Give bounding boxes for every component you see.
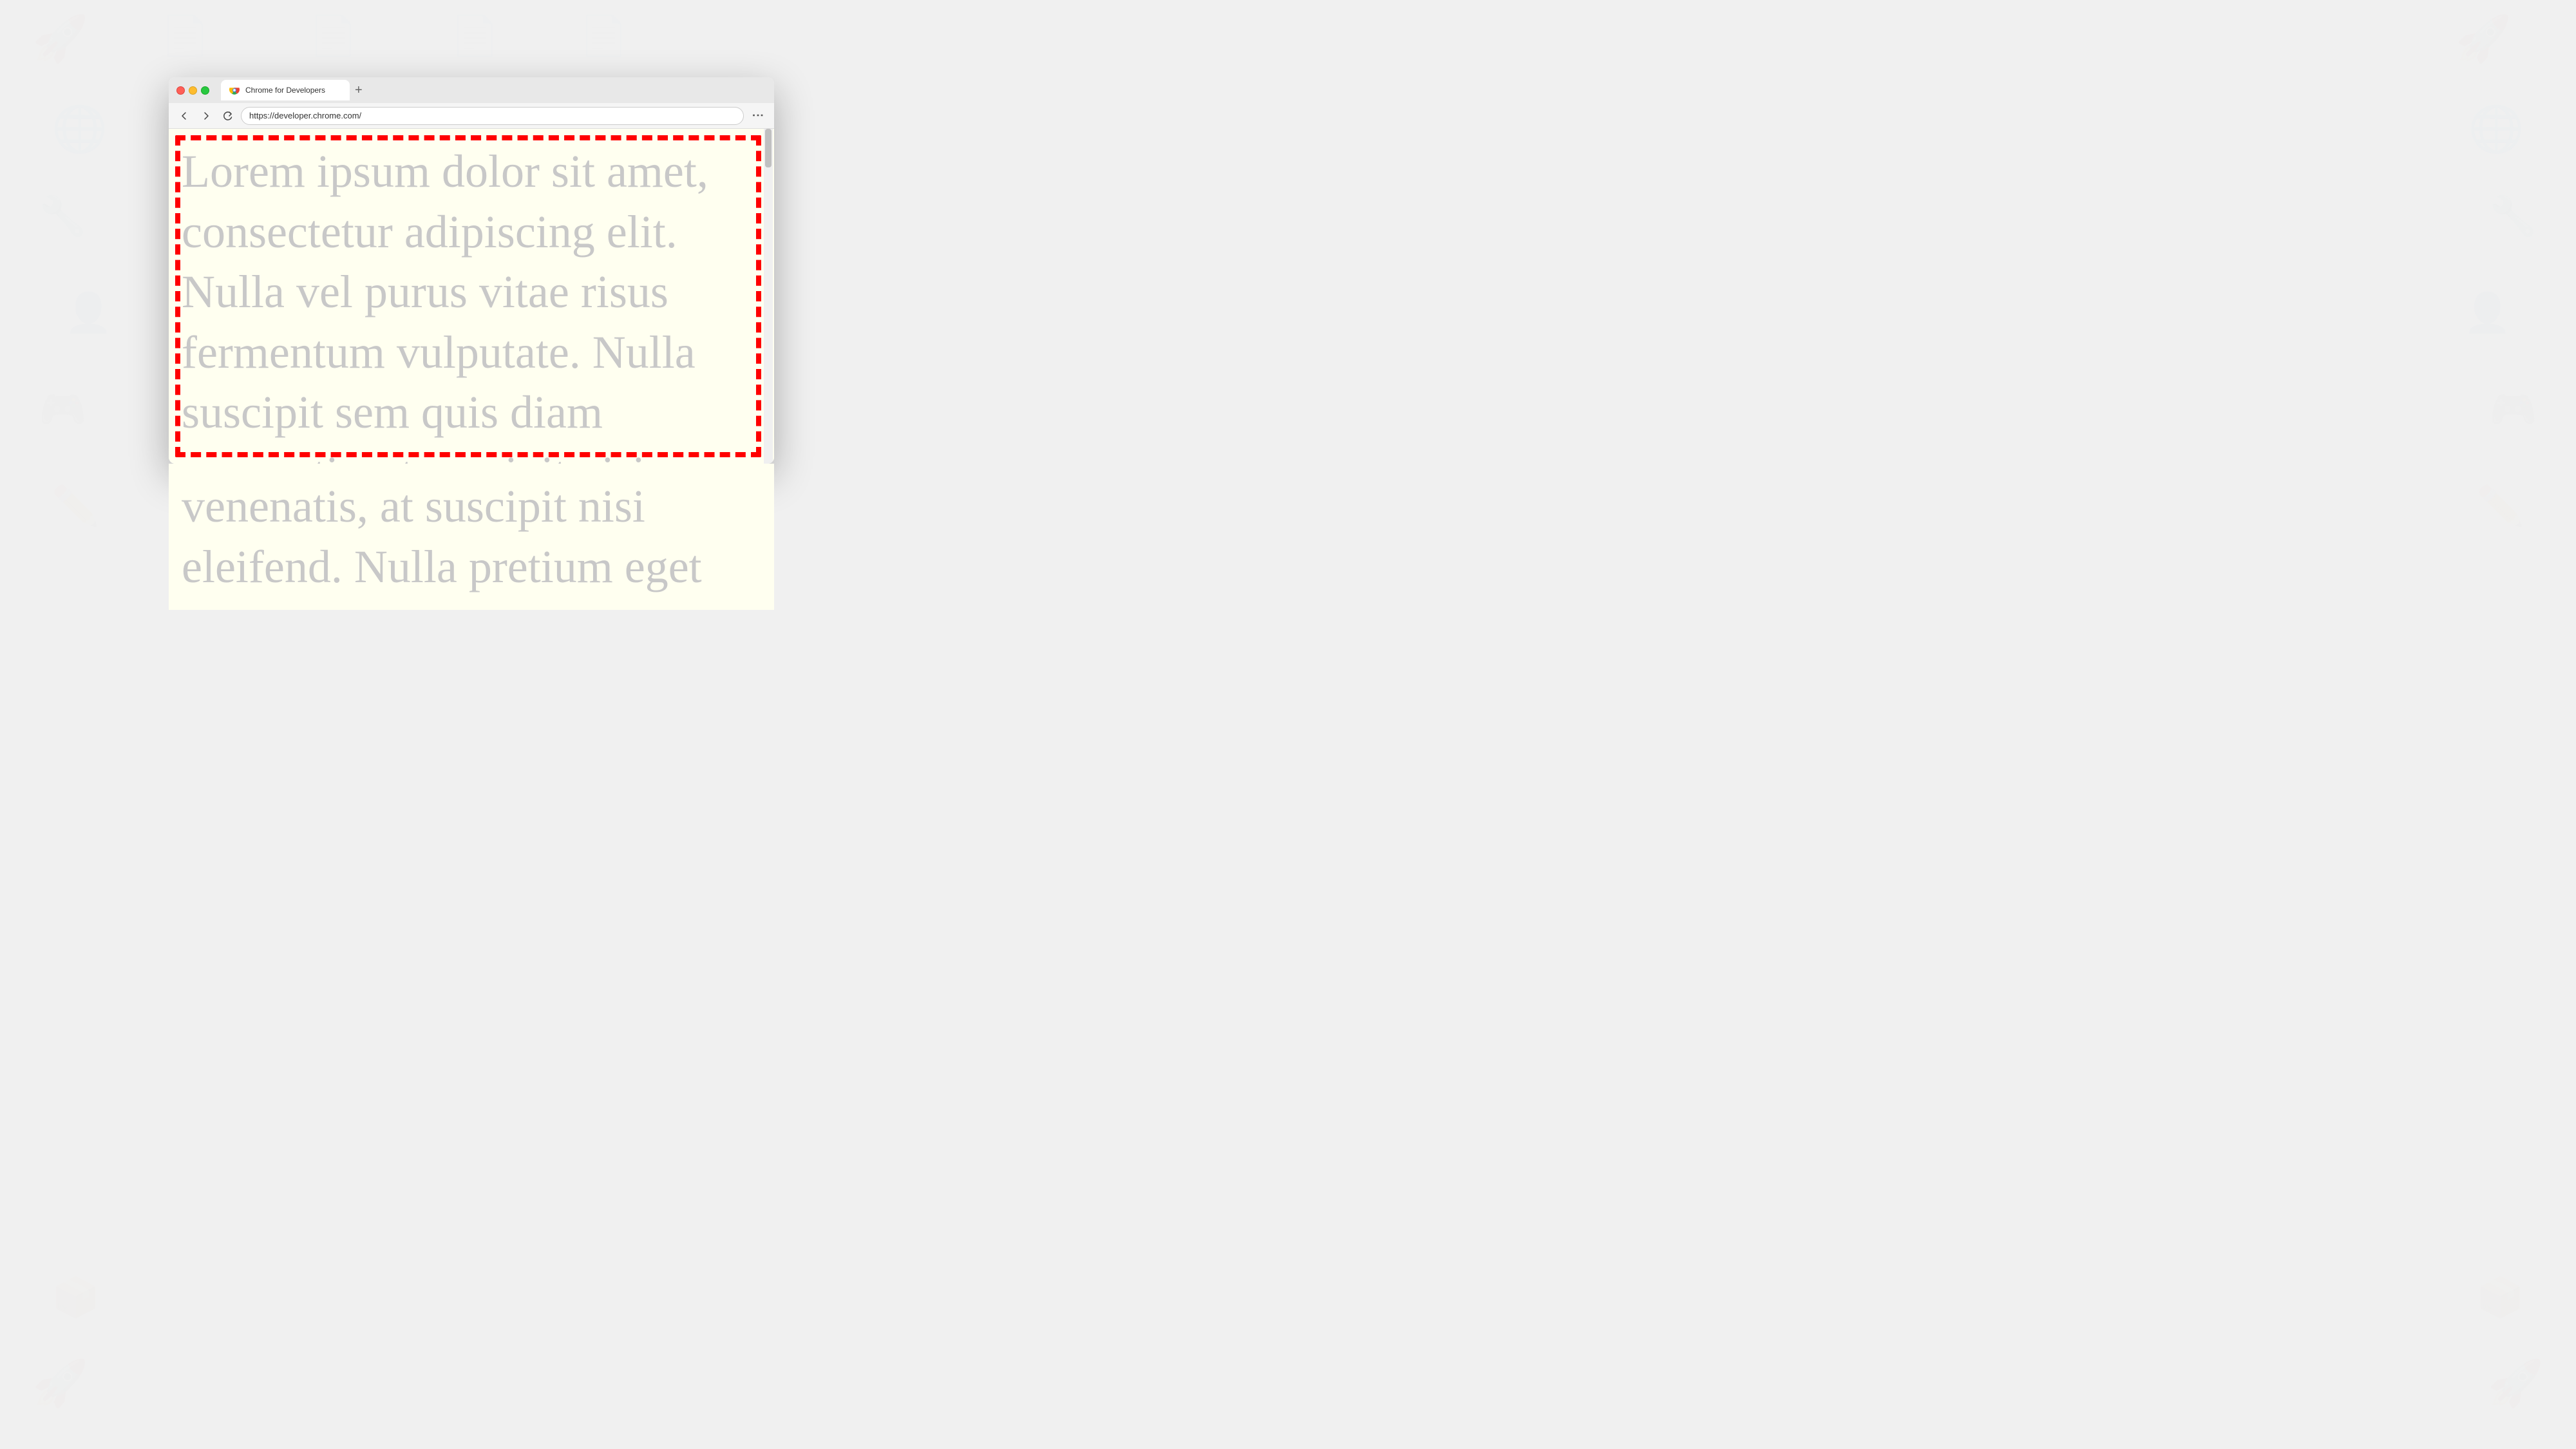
traffic-lights	[176, 86, 209, 95]
tab-bar: Chrome for Developers +	[221, 80, 766, 100]
bg-icon: 📄	[309, 13, 357, 59]
bg-icon: 📄	[580, 13, 628, 59]
bg-icon: 🔧	[39, 193, 87, 239]
bg-icon: 🌐	[2468, 103, 2524, 156]
title-bar: Chrome for Developers +	[169, 77, 774, 103]
webpage-content: Lorem ipsum dolor sit amet, consectetur …	[169, 129, 774, 464]
bg-icon: 🔧	[2489, 193, 2537, 239]
bg-icon: 🚀	[32, 13, 88, 66]
webpage-below-content: venenatis, at suscipit nisi eleifend. Nu…	[169, 464, 774, 610]
close-button[interactable]	[176, 86, 185, 95]
bg-icon: 📦	[52, 1274, 100, 1320]
lorem-ipsum-text: Lorem ipsum dolor sit amet, consectetur …	[182, 142, 755, 464]
address-bar[interactable]	[241, 107, 744, 125]
bg-icon: 🚀	[2488, 1358, 2544, 1410]
forward-icon	[201, 111, 211, 121]
lorem-below-text: venenatis, at suscipit nisi eleifend. Nu…	[182, 477, 761, 597]
bg-icon: 👤	[2463, 290, 2512, 336]
chrome-favicon	[229, 84, 240, 96]
bg-icon: 📦	[2476, 1274, 2524, 1320]
toolbar: ⋮	[169, 103, 774, 129]
more-options-button[interactable]: ⋮	[748, 106, 767, 126]
browser-tab[interactable]: Chrome for Developers	[221, 80, 350, 100]
back-button[interactable]	[175, 107, 193, 125]
bg-icon: 🎮	[39, 386, 87, 432]
tab-title: Chrome for Developers	[245, 86, 325, 95]
minimize-button[interactable]	[189, 86, 197, 95]
bg-icon: ✏️	[52, 483, 100, 529]
new-tab-button[interactable]: +	[350, 81, 368, 99]
bg-icon: 🎮	[2489, 386, 2537, 432]
browser-window: Chrome for Developers + ⋮	[169, 77, 774, 464]
bg-icon: 🌐	[52, 103, 108, 156]
scrollbar-thumb[interactable]	[765, 129, 772, 167]
reload-icon	[223, 111, 233, 121]
reload-button[interactable]	[219, 107, 237, 125]
bg-icon: 📄	[161, 13, 209, 59]
maximize-button[interactable]	[201, 86, 209, 95]
bg-icon: 📄	[451, 13, 499, 59]
bg-icon: 🚀	[2456, 13, 2512, 66]
bg-icon: ✏️	[2476, 483, 2524, 529]
bg-icon: 🚀	[32, 1358, 88, 1410]
back-icon	[179, 111, 189, 121]
scrollbar[interactable]	[764, 129, 773, 464]
bg-icon: 👤	[64, 290, 113, 336]
forward-button[interactable]	[197, 107, 215, 125]
